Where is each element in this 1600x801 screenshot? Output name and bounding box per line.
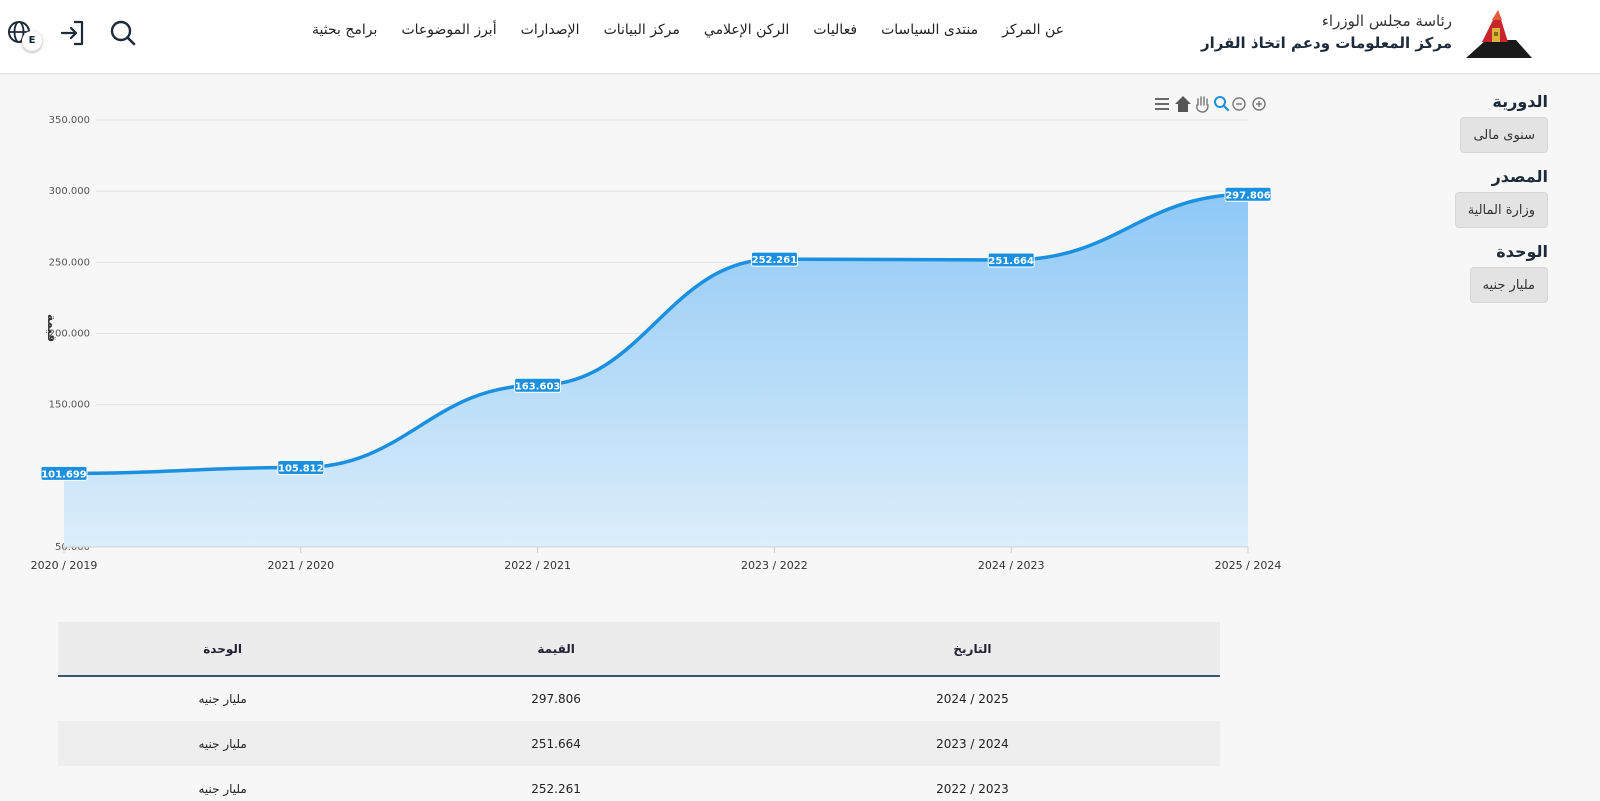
filter-label-unit: الوحدة xyxy=(1496,242,1548,261)
y-tick-label: 150.000 xyxy=(49,400,90,411)
cell-value: 251.664 xyxy=(387,721,725,766)
cell-unit: مليار جنيه xyxy=(58,766,388,801)
brand-title[interactable]: رئاسة مجلس الوزراء مركز المعلومات ودعم ا… xyxy=(1201,10,1452,54)
cell-value: 297.806 xyxy=(387,676,725,721)
col-header-date[interactable]: التاريخ xyxy=(724,622,1220,677)
brand-line-2: مركز المعلومات ودعم اتخاذ القرار xyxy=(1200,34,1452,52)
cell-date: 2024 / 2023 xyxy=(724,721,1220,766)
pan-icon[interactable] xyxy=(1196,96,1209,113)
table-row: 2025 / 2024 297.806 مليار جنيه xyxy=(58,676,1220,721)
idsc-logo[interactable] xyxy=(1462,6,1536,60)
data-table: التاريخ القيمة الوحدة 2025 / 2024 297.80… xyxy=(58,622,1220,801)
x-tick-label: 2020 / 2019 xyxy=(31,559,98,572)
x-tick-label: 2024 / 2023 xyxy=(978,559,1045,572)
filter-chip-source[interactable]: وزارة المالية xyxy=(1454,192,1548,228)
main-nav: برامج بحثية أبرز الموضوعات الإصدارات مرك… xyxy=(312,22,1064,44)
y-tick-label: 300.000 xyxy=(49,186,90,197)
area-chart: 50.000150.000200.000250.000300.000350.00… xyxy=(31,96,1282,572)
y-axis-title: قيمة xyxy=(45,314,59,342)
data-label: 251.664 xyxy=(988,256,1034,267)
menu-icon[interactable] xyxy=(1155,98,1169,110)
filter-chip-periodicity[interactable]: سنوى مالى xyxy=(1460,117,1548,153)
table-row: 2024 / 2023 251.664 مليار جنيه xyxy=(58,721,1220,766)
cell-date: 2025 / 2024 xyxy=(724,676,1220,721)
x-tick-label: 2021 / 2020 xyxy=(267,559,334,572)
filter-source: المصدر وزارة المالية xyxy=(1420,167,1548,238)
brand-line-1: رئاسة مجلس الوزراء xyxy=(1321,12,1452,30)
y-tick-label: 250.000 xyxy=(49,257,90,268)
filter-label-periodicity: الدورية xyxy=(1492,92,1548,111)
x-tick-label: 2025 / 2024 xyxy=(1215,559,1282,572)
data-label: 101.699 xyxy=(41,469,87,480)
nav-item-data-center[interactable]: مركز البيانات xyxy=(604,22,680,44)
x-tick-label: 2022 / 2021 xyxy=(504,559,571,572)
filter-periodicity: الدورية سنوى مالى xyxy=(1420,92,1548,163)
reset-home-icon[interactable] xyxy=(1175,96,1191,112)
data-label: 163.603 xyxy=(515,381,561,392)
data-label: 297.806 xyxy=(1225,190,1271,201)
nav-item-events[interactable]: فعاليات xyxy=(813,22,857,44)
nav-item-media-corner[interactable]: الركن الإعلامي xyxy=(704,22,789,44)
cell-date: 2023 / 2022 xyxy=(724,766,1220,801)
filters-panel: الدورية سنوى مالى المصدر وزارة المالية ا… xyxy=(1420,92,1548,317)
cell-unit: مليار جنيه xyxy=(58,676,388,721)
chart-toolbar xyxy=(1155,96,1266,113)
table-row: 2023 / 2022 252.261 مليار جنيه xyxy=(58,766,1220,801)
data-label: 252.261 xyxy=(752,255,798,266)
nav-item-about[interactable]: عن المركز xyxy=(1002,22,1064,44)
nav-item-top-topics[interactable]: أبرز الموضوعات xyxy=(401,22,496,44)
cell-unit: مليار جنيه xyxy=(58,721,388,766)
nav-item-publications[interactable]: الإصدارات xyxy=(521,22,580,44)
site-header: رئاسة مجلس الوزراء مركز المعلومات ودعم ا… xyxy=(0,0,1600,74)
data-label: 105.812 xyxy=(278,464,324,475)
x-axis-ticks: 2020 / 2019 2021 / 2020 2022 / 2021 2023 / … xyxy=(31,547,1282,572)
filter-chip-unit[interactable]: مليار جنيه xyxy=(1469,267,1548,303)
y-tick-label: 350.000 xyxy=(49,115,90,126)
zoom-in-icon[interactable] xyxy=(1252,97,1266,111)
col-header-unit[interactable]: الوحدة xyxy=(58,622,388,677)
col-header-value[interactable]: القيمة xyxy=(387,622,725,677)
chart-area-fill xyxy=(64,194,1248,547)
cell-value: 252.261 xyxy=(387,766,725,801)
nav-item-policy-forum[interactable]: منتدى السياسات xyxy=(881,22,978,44)
nav-item-research-programs[interactable]: برامج بحثية xyxy=(312,22,377,44)
login-icon[interactable] xyxy=(58,18,88,48)
filter-unit: الوحدة مليار جنيه xyxy=(1420,242,1548,313)
zoom-selection-icon[interactable] xyxy=(1214,96,1230,112)
language-switch-badge[interactable]: E xyxy=(22,31,42,51)
x-tick-label: 2023 / 2022 xyxy=(741,559,808,572)
zoom-out-icon[interactable] xyxy=(1232,97,1246,111)
search-icon[interactable] xyxy=(108,18,138,48)
table-header-row: التاريخ القيمة الوحدة xyxy=(58,622,1220,677)
filter-label-source: المصدر xyxy=(1491,167,1548,186)
